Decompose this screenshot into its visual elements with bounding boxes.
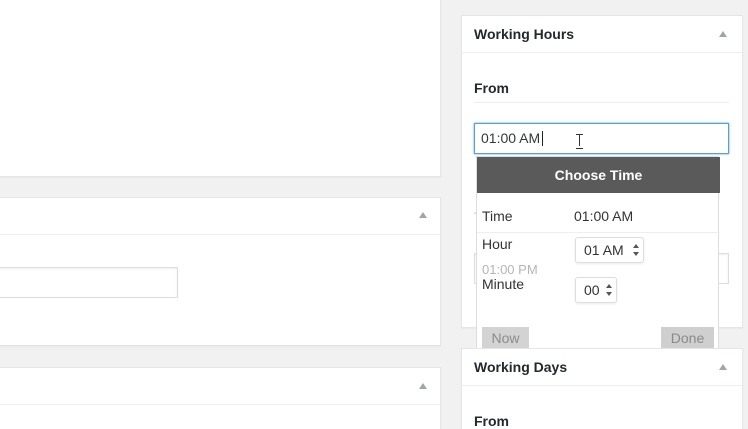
text-cursor-icon (576, 134, 584, 149)
hour-label: Hour (482, 236, 513, 252)
timepicker-popup: Choose Time 01:00 PM Time 01:00 AM Hour … (476, 156, 720, 356)
timepicker-header: Choose Time (477, 157, 720, 193)
panel-header-divider (0, 234, 440, 235)
working-days-box: Working Days From (461, 348, 743, 429)
spin-arrows-icon (633, 243, 640, 257)
hour-select-value: 01 AM (584, 242, 624, 258)
now-button[interactable]: Now (482, 327, 529, 349)
working-days-from-label: From (474, 413, 509, 429)
minute-select[interactable]: 00 (575, 277, 617, 303)
from-label-divider (474, 102, 729, 103)
working-hours-title: Working Hours (474, 26, 575, 42)
to-placeholder: 01:00 PM (482, 262, 538, 277)
box-header-divider (462, 52, 742, 53)
toggle-arrow-icon[interactable] (719, 31, 727, 37)
from-time-input[interactable]: 01:00 AM (474, 123, 729, 154)
main-panel-top (0, 0, 441, 177)
toggle-arrow-icon[interactable] (419, 383, 427, 389)
from-label: From (474, 80, 509, 96)
hour-select[interactable]: 01 AM (575, 237, 644, 263)
main-panel-middle (0, 197, 441, 346)
time-label: Time (482, 208, 513, 224)
done-button[interactable]: Done (661, 327, 714, 349)
toggle-arrow-icon[interactable] (719, 364, 727, 370)
timepicker-divider (477, 232, 720, 233)
toggle-arrow-icon[interactable] (419, 212, 427, 218)
minute-select-value: 00 (584, 282, 600, 298)
text-caret (542, 131, 543, 146)
panel-header-divider (0, 404, 440, 405)
minute-label: Minute (482, 276, 525, 292)
box-header-divider (462, 385, 742, 386)
working-days-title: Working Days (474, 359, 568, 375)
spin-arrows-icon (606, 283, 613, 297)
main-panel-bottom (0, 367, 441, 429)
main-text-input[interactable] (0, 267, 178, 298)
time-value: 01:00 AM (574, 208, 634, 224)
from-time-value: 01:00 AM (481, 130, 541, 146)
